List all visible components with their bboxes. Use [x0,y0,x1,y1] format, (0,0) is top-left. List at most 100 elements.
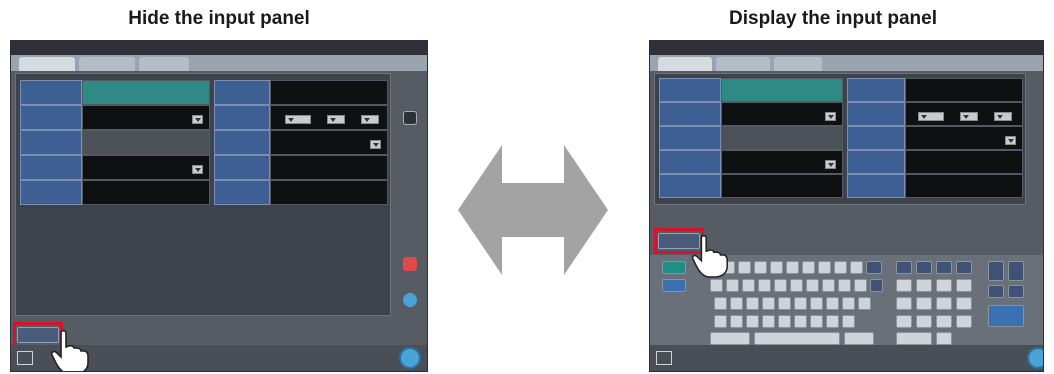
key[interactable] [936,297,952,310]
key[interactable] [662,279,686,292]
key[interactable] [742,279,755,292]
key[interactable] [794,297,807,310]
key[interactable] [746,297,759,310]
key[interactable] [896,261,912,274]
round-action-button[interactable] [399,347,421,369]
key[interactable] [770,261,783,274]
key[interactable] [710,279,723,292]
key[interactable] [818,261,831,274]
key[interactable] [662,261,686,274]
key[interactable] [726,279,739,292]
tab-inactive-1[interactable] [716,57,770,71]
tab-inactive-2[interactable] [139,57,189,71]
date-select[interactable] [918,112,944,121]
field-select[interactable] [270,130,388,155]
key[interactable] [794,315,807,328]
field-select[interactable] [82,105,210,130]
key[interactable] [1008,285,1024,298]
key[interactable] [844,332,874,345]
chevron-down-icon[interactable] [192,165,203,174]
key[interactable] [866,261,882,274]
date-select[interactable] [994,112,1012,121]
tab-inactive-2[interactable] [774,57,822,71]
key[interactable] [826,297,839,310]
date-fields[interactable] [270,105,388,130]
key[interactable] [858,297,871,310]
field-value[interactable] [905,78,1023,102]
side-button[interactable] [403,111,417,125]
enter-key[interactable] [988,305,1024,327]
key[interactable] [956,315,972,328]
key[interactable] [988,261,1004,281]
key[interactable] [790,279,803,292]
field-value-selected[interactable] [82,80,210,105]
key[interactable] [710,332,750,345]
space-key[interactable] [754,332,840,345]
field-value[interactable] [82,180,210,205]
field-value[interactable] [721,126,843,150]
chevron-down-icon[interactable] [825,112,836,121]
key[interactable] [802,261,815,274]
side-red-button[interactable] [403,257,417,271]
field-select[interactable] [82,155,210,180]
field-value-selected[interactable] [721,78,843,102]
field-value[interactable] [721,174,843,198]
field-value[interactable] [270,180,388,205]
key[interactable] [738,261,751,274]
chevron-down-icon[interactable] [1005,136,1016,145]
key[interactable] [850,261,863,274]
chevron-down-icon[interactable] [370,140,381,149]
date-select[interactable] [960,112,978,121]
key[interactable] [870,279,883,292]
date-select[interactable] [327,115,345,124]
key[interactable] [806,279,819,292]
date-select[interactable] [285,115,311,124]
key[interactable] [956,297,972,310]
key[interactable] [762,297,775,310]
key[interactable] [936,261,952,274]
key[interactable] [714,315,727,328]
key[interactable] [714,297,727,310]
key[interactable] [774,279,787,292]
field-value[interactable] [905,174,1023,198]
key[interactable] [842,315,855,328]
key[interactable] [956,261,972,274]
key[interactable] [1008,261,1024,281]
key[interactable] [916,279,932,292]
key[interactable] [916,297,932,310]
key[interactable] [786,261,799,274]
key[interactable] [988,285,1004,298]
field-select[interactable] [905,126,1023,150]
key[interactable] [746,315,759,328]
field-value[interactable] [270,80,388,105]
key[interactable] [896,297,912,310]
field-value[interactable] [905,150,1023,174]
key[interactable] [810,297,823,310]
key[interactable] [826,315,839,328]
tab-inactive-1[interactable] [79,57,135,71]
key[interactable] [916,315,932,328]
field-value[interactable] [270,155,388,180]
key[interactable] [896,315,912,328]
key[interactable] [936,279,952,292]
field-select[interactable] [721,102,843,126]
key[interactable] [916,261,932,274]
key[interactable] [810,315,823,328]
key[interactable] [754,261,767,274]
key[interactable] [730,297,743,310]
tab-active[interactable] [19,57,75,71]
grid-icon[interactable] [17,351,33,365]
key[interactable] [854,279,867,292]
field-select[interactable] [721,150,843,174]
key[interactable] [758,279,771,292]
tab-active[interactable] [658,57,712,71]
key[interactable] [896,279,912,292]
key[interactable] [778,297,791,310]
chevron-down-icon[interactable] [192,115,203,124]
key[interactable] [778,315,791,328]
date-fields[interactable] [905,102,1023,126]
key[interactable] [822,279,835,292]
key[interactable] [936,332,952,345]
key[interactable] [762,315,775,328]
key[interactable] [834,261,847,274]
